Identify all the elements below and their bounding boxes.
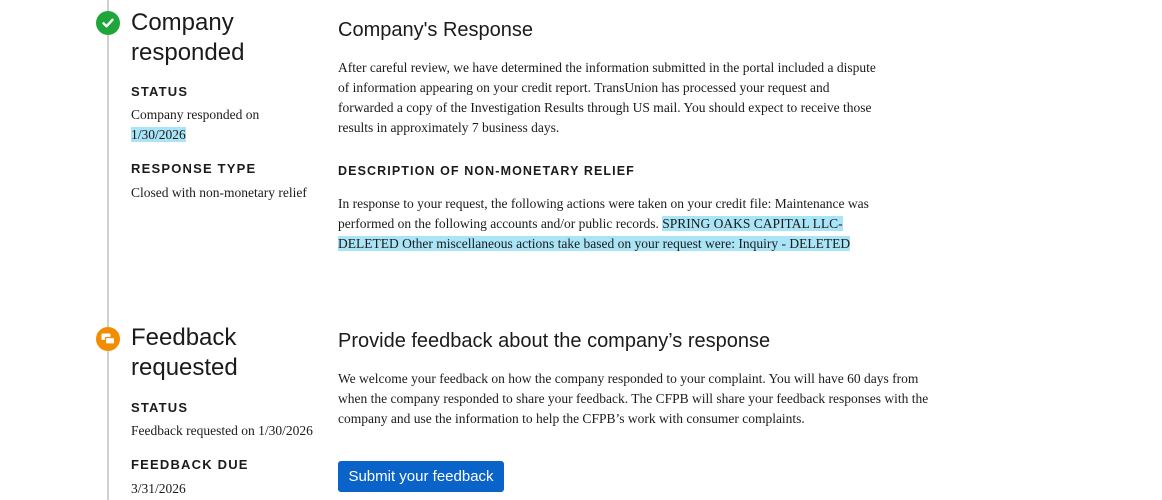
feedback-due-label: FEEDBACK DUE — [131, 457, 249, 472]
feedback-text: We welcome your feedback on how the comp… — [338, 371, 929, 426]
company-response-heading: Company's Response — [338, 19, 534, 41]
feedback-status-value: Feedback requested on 1/30/2026 — [131, 423, 313, 438]
submit-feedback-button[interactable]: Submit your feedback — [338, 461, 504, 492]
company-response-text: After careful review, we have determined… — [338, 60, 876, 135]
status-date: 1/30/2026 — [131, 127, 186, 142]
feedback-status-label: STATUS — [131, 400, 189, 415]
relief-description: In response to your request, the followi… — [338, 194, 883, 254]
timeline-line — [107, 0, 109, 500]
relief-heading: DESCRIPTION OF NON-MONETARY RELIEF — [338, 164, 635, 178]
status-value: Company responded on 1/30/2026 — [131, 105, 259, 145]
check-circle-icon — [96, 11, 120, 35]
status-text: Company responded on — [131, 107, 260, 122]
step-title-feedback-requested: Feedback requested — [131, 324, 238, 381]
feedback-due-value: 3/31/2026 — [131, 481, 186, 496]
feedback-heading: Provide feedback about the company’s res… — [338, 330, 771, 352]
chat-bubbles-icon — [96, 327, 120, 351]
step-title-company-responded: Company responded — [131, 9, 245, 66]
response-type-value: Closed with non-monetary relief — [131, 185, 307, 200]
status-label: STATUS — [131, 84, 189, 99]
response-type-label: RESPONSE TYPE — [131, 161, 257, 176]
